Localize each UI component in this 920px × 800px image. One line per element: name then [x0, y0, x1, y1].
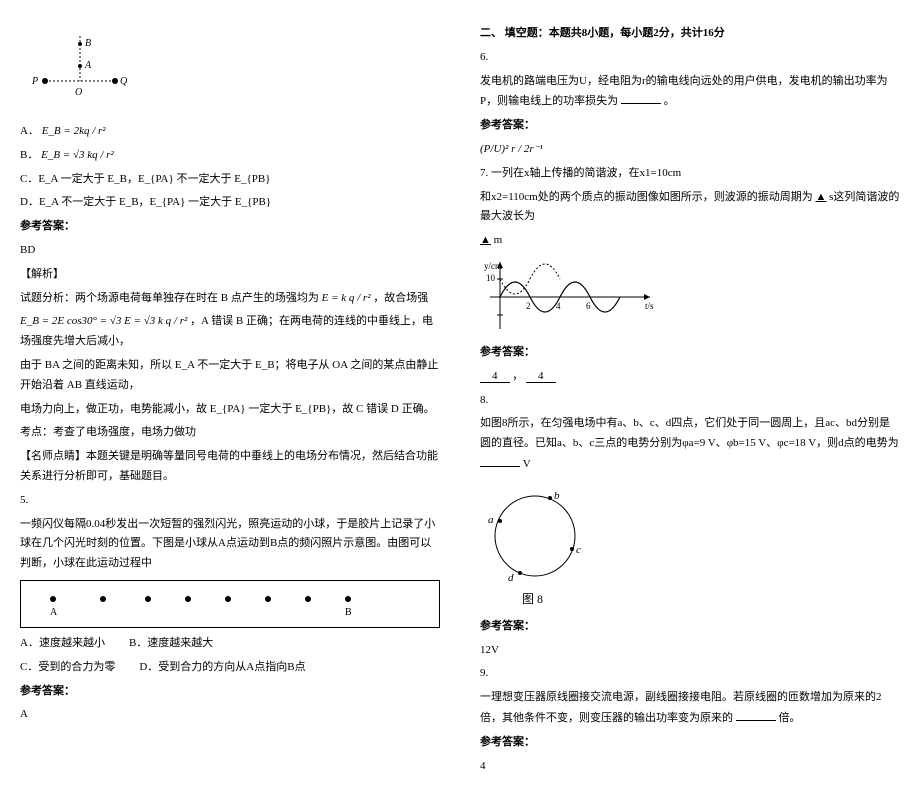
- left-column: B A P Q O A． E_B = 2kq / r² B． E_B = √3 …: [20, 20, 440, 780]
- option-a-prefix: A．: [20, 125, 39, 137]
- q7-ref-label: 参考答案：: [480, 343, 900, 363]
- analysis-line4: 电场力向上，做正功，电势能减小，故 E_{PA} 一定大于 E_{PB}，故 C…: [20, 400, 440, 420]
- option-c: C．E_A 一定大于 E_B，E_{PA} 不一定大于 E_{PB}: [20, 170, 440, 190]
- al1-a: 试题分析：两个场源电荷每单独存在时在 B 点产生的场强均为: [20, 292, 322, 304]
- option-a: A． E_B = 2kq / r²: [20, 122, 440, 142]
- q7-a: 一列在x轴上传播的简谐波，在x1=10cm: [491, 167, 681, 179]
- svg-text:4: 4: [556, 301, 561, 311]
- q5-ref-ans: A: [20, 705, 440, 725]
- option-b: B． E_B = √3 kq / r²: [20, 146, 440, 166]
- option-b-prefix: B．: [20, 149, 38, 161]
- q9-blank: [736, 708, 776, 721]
- analysis-line1: 试题分析：两个场源电荷每单独存在时在 B 点产生的场强均为 E = k q / …: [20, 289, 440, 309]
- q6-text: 发电机的路端电压为U，经电阻为r的输电线向远处的用户供电，发电机的输出功率为P，…: [480, 72, 900, 113]
- q5-opt-d: D．受到合力的方向从A点指向B点: [139, 658, 305, 678]
- q5-options-row2: C．受到的合力为零 D．受到合力的方向从A点指向B点: [20, 658, 440, 678]
- svg-text:b: b: [554, 490, 560, 502]
- svg-text:A: A: [50, 607, 58, 618]
- q9-b: 倍。: [779, 712, 801, 724]
- svg-text:A: A: [84, 60, 92, 71]
- q7-blank2: ▲: [480, 234, 491, 246]
- q6-a: 发电机的路端电压为U，经电阻为r的输电线向远处的用户供电，发电机的输出功率为P，…: [480, 75, 888, 108]
- q8-number: 8.: [480, 391, 900, 411]
- q7-f: m: [494, 234, 503, 246]
- svg-text:d: d: [508, 572, 514, 584]
- q7-ans1: 4: [480, 370, 510, 383]
- q7-line3: ▲ m: [480, 231, 900, 251]
- svg-text:Q: Q: [120, 76, 128, 87]
- q6-b: 。: [664, 95, 675, 107]
- svg-text:a: a: [488, 514, 494, 526]
- diagram-pq-charges: B A P Q O: [20, 26, 440, 116]
- analysis-line2: E_B = 2E cos30° = √3 E = √3 k q / r² ，A …: [20, 312, 440, 352]
- q7-line2: 和x2=110cm处的两个质点的振动图像如图所示，则波源的振动周期为 ▲ s这列…: [480, 188, 900, 228]
- svg-text:B: B: [85, 38, 91, 49]
- q7-num: 7.: [480, 167, 488, 179]
- q7-ans2: 4: [526, 370, 556, 383]
- q7-sep: ，: [512, 370, 523, 382]
- q5-text: 一频闪仪每隔0.04秒发出一次短暂的强烈闪光，照亮运动的小球，于是胶片上记录了小…: [20, 515, 440, 574]
- diagram-flash-dots: A B: [20, 580, 440, 628]
- svg-text:t/s: t/s: [645, 301, 654, 311]
- svg-text:P: P: [31, 76, 38, 87]
- svg-text:2: 2: [526, 301, 531, 311]
- diagram-wave: t/s y/cm 10 2 4 6: [480, 257, 900, 337]
- q7-line1: 7. 一列在x轴上传播的简谐波，在x1=10cm: [480, 164, 900, 184]
- fig8-label: 图 8: [522, 592, 543, 606]
- q6-ref-label: 参考答案：: [480, 116, 900, 136]
- svg-text:10: 10: [486, 273, 496, 283]
- mingshi: 【名师点睛】本题关键是明确等量同号电荷的中垂线上的电场分布情况，然后结合功能关系…: [20, 447, 440, 487]
- svg-text:6: 6: [586, 301, 591, 311]
- q6-number: 6.: [480, 48, 900, 68]
- option-d: D．E_A 不一定大于 E_B，E_{PA} 一定大于 E_{PB}: [20, 193, 440, 213]
- q5-opt-c: C．受到的合力为零: [20, 658, 115, 678]
- right-column: 二、 填空题：本题共8小题，每小题2分，共计16分 6. 发电机的路端电压为U，…: [480, 20, 900, 780]
- svg-text:O: O: [75, 87, 82, 98]
- q6-blank: [621, 91, 661, 104]
- diagram-circle: a b c d 图 8: [480, 481, 900, 611]
- q9-ref-ans: 4: [480, 757, 900, 777]
- svg-text:y/cm: y/cm: [484, 261, 502, 271]
- q8-b: V: [523, 458, 531, 470]
- q9-number: 9.: [480, 664, 900, 684]
- analysis-line3: 由于 BA 之间的距离未知，所以 E_A 不一定大于 E_B；将电子从 OA 之…: [20, 356, 440, 396]
- q5-number: 5.: [20, 491, 440, 511]
- option-b-formula: E_B = √3 kq / r²: [41, 149, 114, 161]
- q8-blank: [480, 454, 520, 467]
- q5-ref-label: 参考答案：: [20, 682, 440, 702]
- q9-ref-label: 参考答案：: [480, 733, 900, 753]
- q8-a: 如图8所示，在匀强电场中有a、b、c、d四点，它们处于同一圆周上，且ac、bd分…: [480, 417, 899, 449]
- ref-answer-label: 参考答案：: [20, 217, 440, 237]
- analysis-label: 【解析】: [20, 265, 440, 285]
- q7-ref-ans: 4 ， 4: [480, 367, 900, 387]
- svg-text:B: B: [345, 607, 352, 618]
- kaodian: 考点：考查了电场强度，电场力做功: [20, 423, 440, 443]
- option-a-formula: E_B = 2kq / r²: [42, 125, 106, 137]
- q9-a: 一理想变压器原线圈接交流电源，副线圈接接电阻。若原线圈的匝数增加为原来的2倍，其…: [480, 691, 882, 724]
- al1-b: E = k q / r²: [322, 292, 371, 304]
- section-2-heading: 二、 填空题：本题共8小题，每小题2分，共计16分: [480, 24, 900, 44]
- q8-ref-ans: 12V: [480, 641, 900, 661]
- q7-b: 和x2=110cm处的两个质点的振动图像如图所示，则波源的振动周期为: [480, 191, 813, 203]
- q9-text: 一理想变压器原线圈接交流电源，副线圈接接电阻。若原线圈的匝数增加为原来的2倍，其…: [480, 688, 900, 729]
- al1-c: ，故合场强: [373, 292, 428, 304]
- svg-text:c: c: [576, 544, 581, 556]
- q8-text: 如图8所示，在匀强电场中有a、b、c、d四点，它们处于同一圆周上，且ac、bd分…: [480, 414, 900, 474]
- q7-blank1: ▲: [815, 191, 826, 203]
- al2-a: E_B = 2E cos30° = √3 E = √3 k q / r²: [20, 315, 187, 327]
- q8-ref-label: 参考答案：: [480, 617, 900, 637]
- ref-answer-value: BD: [20, 241, 440, 261]
- q6-ref-ans: (P/U)² r / 2r⁻¹: [480, 140, 900, 160]
